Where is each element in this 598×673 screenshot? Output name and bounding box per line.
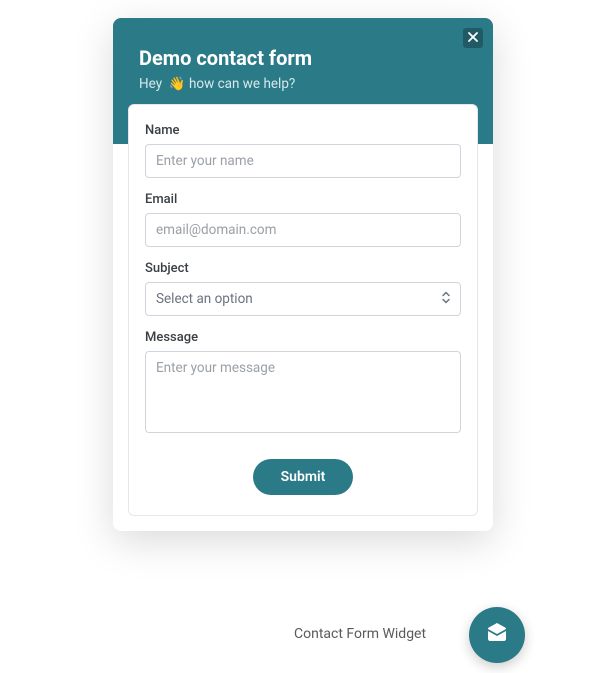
name-label: Name <box>145 123 461 138</box>
mail-icon <box>485 621 509 649</box>
subject-label: Subject <box>145 261 461 276</box>
subject-select[interactable]: Select an option <box>145 282 461 316</box>
modal-title: Demo contact form <box>139 46 467 70</box>
close-icon <box>468 31 478 45</box>
email-group: Email <box>145 192 461 247</box>
submit-button[interactable]: Submit <box>253 459 354 495</box>
email-label: Email <box>145 192 461 207</box>
message-label: Message <box>145 330 461 345</box>
contact-widget-fab[interactable] <box>469 607 525 663</box>
subject-select-wrapper: Select an option <box>145 282 461 316</box>
form-card: Name Email Subject Select an option <box>128 104 478 516</box>
email-input[interactable] <box>145 213 461 247</box>
modal-subtitle: Hey 👋 how can we help? <box>139 76 467 92</box>
subject-group: Subject Select an option <box>145 261 461 316</box>
message-textarea[interactable] <box>145 351 461 433</box>
name-input[interactable] <box>145 144 461 178</box>
name-group: Name <box>145 123 461 178</box>
close-button[interactable] <box>463 28 483 48</box>
submit-wrapper: Submit <box>145 459 461 495</box>
contact-form-modal: Demo contact form Hey 👋 how can we help?… <box>113 18 493 531</box>
message-group: Message <box>145 330 461 437</box>
widget-label: Contact Form Widget <box>294 626 426 642</box>
